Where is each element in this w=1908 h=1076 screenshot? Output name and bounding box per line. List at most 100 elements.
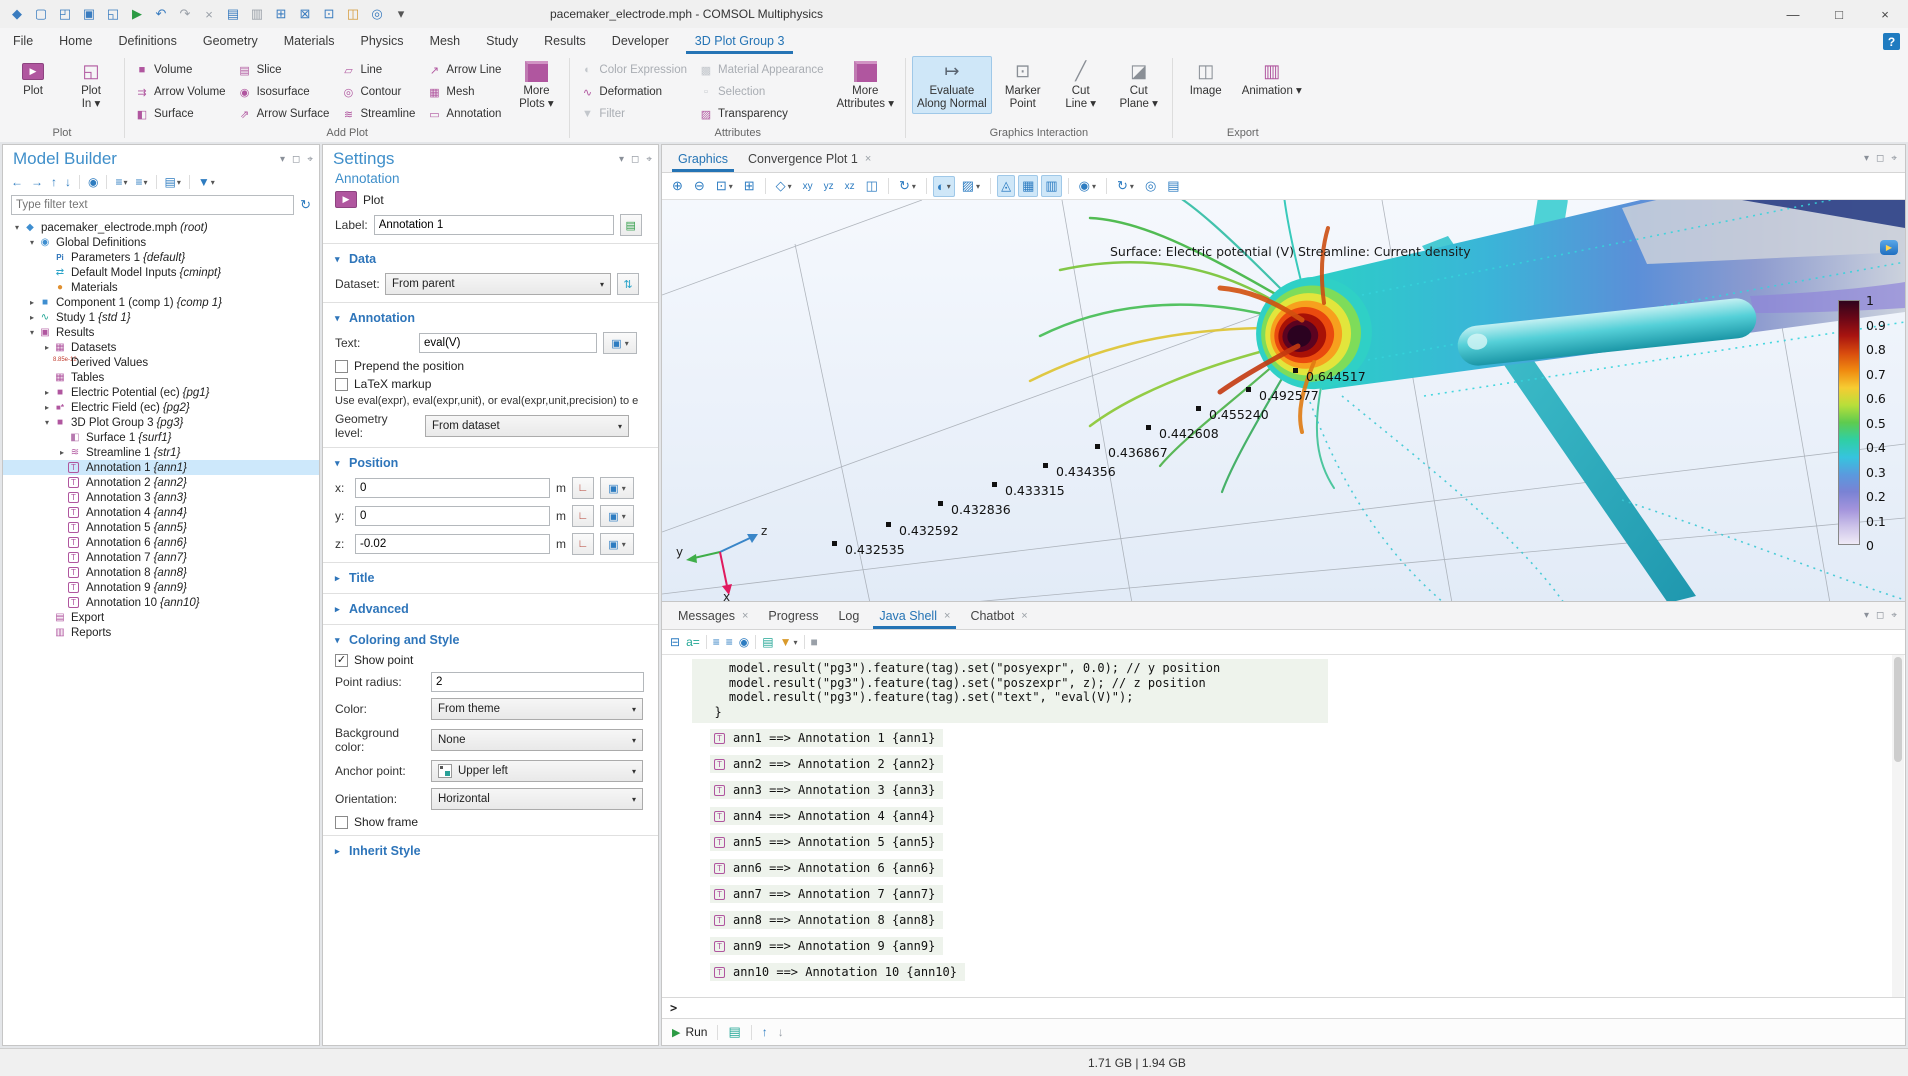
show-grid-button[interactable]: ▦	[1018, 175, 1038, 197]
expander-icon[interactable]: ▸	[41, 388, 53, 397]
expander-icon[interactable]: ▸	[41, 343, 53, 352]
range-button[interactable]: ∟	[572, 505, 594, 527]
background-color-select[interactable]: None▾	[431, 729, 643, 751]
close-button[interactable]: ×	[1862, 0, 1908, 28]
menu-tab-developer[interactable]: Developer	[599, 30, 682, 54]
tree-item-annotation-6[interactable]: TAnnotation 6{ann6}	[3, 535, 319, 550]
rotate-button[interactable]: ↻▾	[895, 175, 920, 197]
tree-item-default-model-inputs[interactable]: ⇄Default Model Inputs{cminpt}	[3, 265, 319, 280]
close-tab-icon[interactable]: ×	[944, 610, 950, 622]
dataset-select[interactable]: From parent▾	[385, 273, 611, 295]
tree-item-annotation-8[interactable]: TAnnotation 8{ann8}	[3, 565, 319, 580]
expression-button[interactable]: ▣▾	[600, 477, 634, 499]
zoom-out-button[interactable]: ⊖	[690, 175, 709, 197]
zoom-extents-button[interactable]: ⊞	[740, 175, 759, 197]
graphics-tab-graphics[interactable]: Graphics	[668, 147, 738, 172]
expand-all-button[interactable]: ≡▾	[136, 175, 148, 189]
collapse-all-button[interactable]: ≡▾	[115, 175, 127, 189]
panel-menu-icon[interactable]: ▾	[280, 154, 285, 165]
clear-button[interactable]: ▼▾	[780, 635, 798, 649]
section-coloring-style[interactable]: ▾Coloring and Style	[323, 629, 658, 651]
ribbon-item-transparency[interactable]: ▨Transparency	[695, 104, 827, 124]
panel-menu-icon[interactable]: ▾	[1864, 153, 1869, 164]
ribbon-button-cut-line[interactable]: ╱CutLine ▾	[1054, 56, 1108, 114]
ribbon-item-streamline[interactable]: ≋Streamline	[337, 104, 419, 124]
ribbon-button-evaluate-along-normal[interactable]: ↦EvaluateAlong Normal	[912, 56, 992, 114]
menu-tab-study[interactable]: Study	[473, 30, 531, 54]
ribbon-item-volume[interactable]: ■Volume	[131, 60, 230, 80]
update-plot-button[interactable]: ↻▾	[1113, 175, 1138, 197]
menu-tab-geometry[interactable]: Geometry	[190, 30, 271, 54]
tree-item-3d-plot-group-3[interactable]: ▾■3D Plot Group 3{pg3}	[3, 415, 319, 430]
section-data[interactable]: ▾Data	[323, 248, 658, 270]
ribbon-item-mesh[interactable]: ▦Mesh	[423, 82, 505, 102]
refresh-icon[interactable]: ↻	[300, 197, 311, 213]
tree-item-annotation-10[interactable]: TAnnotation 10{ann10}	[3, 595, 319, 610]
app-icon[interactable]: ◆	[8, 6, 26, 22]
menu-tab-file[interactable]: File	[0, 30, 46, 54]
menu-tab-results[interactable]: Results	[531, 30, 599, 54]
image-snapshot-button[interactable]: ◎	[1141, 175, 1160, 197]
ribbon-item-line[interactable]: ▱Line	[337, 60, 419, 80]
expander-icon[interactable]: ▾	[11, 223, 23, 232]
move-cursor-button[interactable]: ⊟	[670, 635, 680, 649]
tree-item-annotation-2[interactable]: TAnnotation 2{ann2}	[3, 475, 319, 490]
menu-tab-materials[interactable]: Materials	[271, 30, 348, 54]
save-as-icon[interactable]: ◱	[104, 6, 122, 22]
show-axis-orientation-button[interactable]: ◬	[997, 175, 1015, 197]
stop-button[interactable]: ■	[811, 635, 818, 649]
find-icon[interactable]: ◎	[368, 6, 386, 22]
tree-item-surface-1[interactable]: ◧Surface 1{surf1}	[3, 430, 319, 445]
orientation-select[interactable]: Horizontal▾	[431, 788, 643, 810]
section-position[interactable]: ▾Position	[323, 452, 658, 474]
show-point-checkbox[interactable]: ✓	[335, 654, 348, 667]
menu-tab-home[interactable]: Home	[46, 30, 105, 54]
expander-icon[interactable]: ▾	[26, 238, 38, 247]
customize-chevron-icon[interactable]: ▾	[392, 6, 410, 22]
section-annotation[interactable]: ▾Annotation	[323, 307, 658, 329]
shell-tab-chatbot[interactable]: Chatbot×	[960, 604, 1037, 629]
section-title[interactable]: ▸Title	[323, 567, 658, 589]
tree-item-electric-potential-ec-[interactable]: ▸■Electric Potential (ec){pg1}	[3, 385, 319, 400]
go-to-source-button[interactable]: ⇅	[617, 273, 639, 295]
tree-item-streamline-1[interactable]: ▸≋Streamline 1{str1}	[3, 445, 319, 460]
redo-icon[interactable]: ↷	[176, 6, 194, 22]
panel-pin-icon[interactable]: ⌖	[1891, 153, 1897, 164]
panel-menu-icon[interactable]: ▾	[1864, 610, 1869, 621]
tree-item-derived-values[interactable]: 8.85e-12Derived Values	[3, 355, 319, 370]
move-down-button[interactable]: ↓	[65, 175, 71, 189]
ribbon-item-surface[interactable]: ◧Surface	[131, 104, 230, 124]
position-y-input[interactable]	[355, 506, 550, 526]
menu-tab-definitions[interactable]: Definitions	[106, 30, 190, 54]
run-icon[interactable]: ▶	[128, 6, 146, 22]
tree-item-component-1-comp-1-[interactable]: ▸■Component 1 (comp 1){comp 1}	[3, 295, 319, 310]
tree-item-datasets[interactable]: ▸▦Datasets	[3, 340, 319, 355]
select-all-button[interactable]: ▤	[762, 635, 773, 649]
view-xy-button[interactable]: xy	[799, 178, 817, 195]
point-radius-input[interactable]	[431, 672, 644, 692]
panel-pin-icon[interactable]: ⌖	[646, 154, 652, 165]
vertical-scrollbar[interactable]	[1892, 655, 1904, 997]
panel-pin-icon[interactable]: ⌖	[307, 154, 313, 165]
ribbon-button-cut-plane[interactable]: ◪CutPlane ▾	[1112, 56, 1166, 114]
ribbon-item-annotation[interactable]: ▭Annotation	[423, 104, 505, 124]
tree-item-annotation-1[interactable]: TAnnotation 1{ann1}	[3, 460, 319, 475]
collapse-all-button[interactable]: ≡	[713, 635, 720, 649]
move-up-button[interactable]: ↑	[51, 175, 57, 189]
position-x-input[interactable]	[355, 478, 550, 498]
scene-light-button[interactable]: ◐▾	[933, 176, 955, 197]
panel-float-icon[interactable]: ◻	[1876, 610, 1884, 621]
plot-area[interactable]: y z x Surface: Electric potential (V) St…	[662, 200, 1905, 603]
close-tab-icon[interactable]: ×	[865, 153, 871, 165]
color-select[interactable]: From theme▾	[431, 698, 643, 720]
panel-float-icon[interactable]: ◻	[631, 154, 639, 165]
ribbon-button-plot[interactable]: ▶Plot	[6, 56, 60, 101]
maximize-button[interactable]: □	[1816, 0, 1862, 28]
cut-icon[interactable]: ×	[200, 7, 218, 22]
zoom-in-button[interactable]: ⊕	[668, 175, 687, 197]
panel-float-icon[interactable]: ◻	[1876, 153, 1884, 164]
new-file-icon[interactable]: ▢	[32, 6, 50, 22]
position-z-input[interactable]	[355, 534, 550, 554]
print-button[interactable]: ▤	[1163, 175, 1183, 197]
ribbon-item-contour[interactable]: ◎Contour	[337, 82, 419, 102]
